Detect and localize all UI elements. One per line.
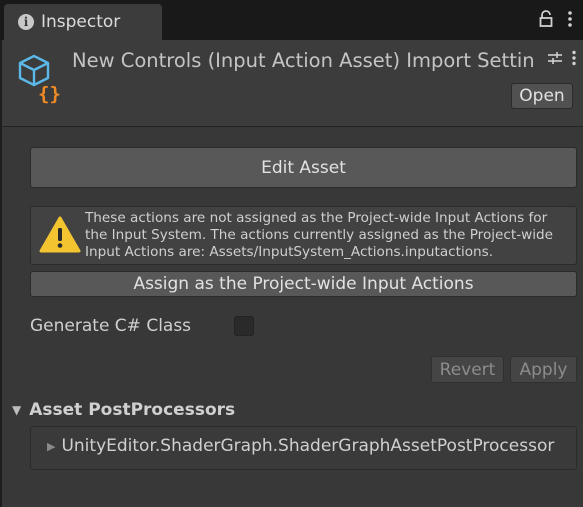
processor-name: UnityEditor.ShaderGraph.ShaderGraphAsset… [61,436,555,456]
tab-strip: i Inspector [0,0,583,40]
svg-text:{}: {} [38,83,61,104]
kebab-menu-icon[interactable] [567,10,573,32]
generate-csharp-checkbox[interactable] [234,316,254,336]
warning-helpbox: These actions are not assigned as the Pr… [30,206,577,265]
tab-actions [539,10,573,32]
kebab-menu-icon[interactable] [571,50,577,70]
post-processors-list: ▶ UnityEditor.ShaderGraph.ShaderGraphAss… [30,426,577,470]
generate-csharp-label: Generate C# Class [30,316,192,336]
tab-inspector[interactable]: i Inspector [4,4,162,40]
tab-label: Inspector [41,12,121,32]
chevron-down-icon: ▼ [12,403,22,417]
preset-sliders-icon[interactable] [547,50,563,70]
lock-icon[interactable] [539,10,553,32]
header-actions [547,50,577,70]
warning-icon [39,216,81,254]
edit-asset-button[interactable]: Edit Asset [30,147,577,188]
revert-button[interactable]: Revert [431,356,504,383]
apply-button[interactable]: Apply [510,356,577,383]
page-title: New Controls (Input Action Asset) Import… [72,49,534,72]
section-title: Asset PostProcessors [29,400,236,420]
open-button[interactable]: Open [511,83,573,109]
warning-message: These actions are not assigned as the Pr… [85,210,554,260]
assign-project-wide-button[interactable]: Assign as the Project-wide Input Actions [30,271,577,297]
inspector-panel: {} New Controls (Input Action Asset) Imp… [2,40,583,507]
post-processors-foldout[interactable]: ▼ Asset PostProcessors [12,400,235,420]
info-icon: i [18,14,34,30]
chevron-right-icon: ▶ [47,439,56,453]
list-item[interactable]: ▶ UnityEditor.ShaderGraph.ShaderGraphAss… [47,436,554,456]
inspector-header: {} New Controls (Input Action Asset) Imp… [2,40,583,127]
input-action-asset-icon: {} [16,52,64,105]
